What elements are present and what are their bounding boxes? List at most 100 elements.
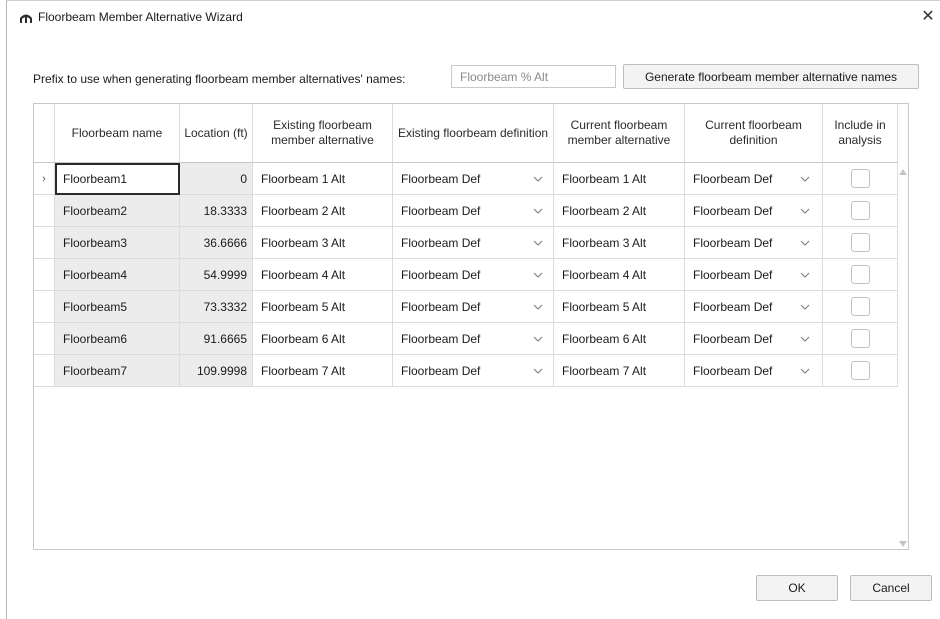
include-in-analysis-checkbox[interactable]: [850, 329, 870, 348]
column-header-existing-alternative[interactable]: Existing floorbeam member alternative: [253, 104, 393, 163]
current-alternative-cell[interactable]: Floorbeam 6 Alt: [554, 323, 685, 355]
include-in-analysis-cell[interactable]: [823, 323, 898, 355]
existing-definition-value: Floorbeam Def: [401, 299, 481, 314]
current-definition-dropdown[interactable]: Floorbeam Def: [685, 323, 823, 355]
scroll-down-arrow-icon[interactable]: [899, 541, 907, 547]
current-alternative-value: Floorbeam 1 Alt: [562, 171, 647, 186]
existing-definition-dropdown[interactable]: Floorbeam Def: [393, 195, 554, 227]
current-definition-dropdown[interactable]: Floorbeam Def: [685, 227, 823, 259]
current-definition-dropdown[interactable]: Floorbeam Def: [685, 355, 823, 387]
chevron-down-icon[interactable]: [800, 240, 810, 246]
chevron-down-icon[interactable]: [533, 272, 543, 278]
row-header[interactable]: [34, 195, 55, 227]
row-header[interactable]: [34, 259, 55, 291]
current-alternative-cell[interactable]: Floorbeam 4 Alt: [554, 259, 685, 291]
row-header[interactable]: ›: [34, 163, 55, 195]
include-in-analysis-checkbox[interactable]: [850, 297, 870, 316]
location-cell[interactable]: 91.6665: [180, 323, 253, 355]
floorbeam-name: Floorbeam7: [63, 363, 128, 378]
existing-alternative-cell[interactable]: Floorbeam 1 Alt: [253, 163, 393, 195]
current-definition-dropdown[interactable]: Floorbeam Def: [685, 291, 823, 323]
floorbeam-name-cell[interactable]: Floorbeam7: [55, 355, 180, 387]
prefix-label: Prefix to use when generating floorbeam …: [33, 72, 406, 86]
existing-alternative-cell[interactable]: Floorbeam 6 Alt: [253, 323, 393, 355]
chevron-down-icon[interactable]: [800, 336, 810, 342]
row-header[interactable]: [34, 291, 55, 323]
existing-alternative-cell[interactable]: Floorbeam 2 Alt: [253, 195, 393, 227]
current-alternative-cell[interactable]: Floorbeam 1 Alt: [554, 163, 685, 195]
column-header-existing-definition[interactable]: Existing floorbeam definition: [393, 104, 554, 163]
chevron-down-icon[interactable]: [800, 176, 810, 182]
existing-definition-dropdown[interactable]: Floorbeam Def: [393, 323, 554, 355]
prefix-input[interactable]: [451, 65, 616, 88]
location-cell[interactable]: 18.3333: [180, 195, 253, 227]
chevron-down-icon[interactable]: [533, 304, 543, 310]
location-cell[interactable]: 0: [180, 163, 253, 195]
column-header-location[interactable]: Location (ft): [180, 104, 253, 163]
chevron-down-icon[interactable]: [533, 208, 543, 214]
location-cell[interactable]: 36.6666: [180, 227, 253, 259]
floorbeam-name-cell[interactable]: Floorbeam1: [55, 163, 180, 195]
vertical-scrollbar[interactable]: [898, 163, 908, 549]
column-header-floorbeam-name[interactable]: Floorbeam name: [55, 104, 180, 163]
floorbeam-name-cell[interactable]: Floorbeam2: [55, 195, 180, 227]
chevron-down-icon[interactable]: [533, 240, 543, 246]
existing-alternative-cell[interactable]: Floorbeam 7 Alt: [253, 355, 393, 387]
location-value: 73.3332: [203, 299, 247, 314]
floorbeam-name-cell[interactable]: Floorbeam3: [55, 227, 180, 259]
location-cell[interactable]: 54.9999: [180, 259, 253, 291]
chevron-down-icon[interactable]: [800, 368, 810, 374]
ok-button[interactable]: OK: [756, 575, 838, 601]
current-alternative-cell[interactable]: Floorbeam 2 Alt: [554, 195, 685, 227]
include-in-analysis-checkbox[interactable]: [850, 169, 870, 188]
chevron-down-icon[interactable]: [800, 272, 810, 278]
chevron-down-icon[interactable]: [800, 208, 810, 214]
chevron-down-icon[interactable]: [533, 368, 543, 374]
column-header-include-in-analysis[interactable]: Include in analysis: [823, 104, 898, 163]
include-in-analysis-cell[interactable]: [823, 163, 898, 195]
column-header-current-definition[interactable]: Current floorbeam definition: [685, 104, 823, 163]
floorbeam-name-cell[interactable]: Floorbeam6: [55, 323, 180, 355]
close-button[interactable]: ✕: [920, 8, 936, 26]
chevron-down-icon[interactable]: [533, 336, 543, 342]
include-in-analysis-cell[interactable]: [823, 355, 898, 387]
existing-definition-dropdown[interactable]: Floorbeam Def: [393, 355, 554, 387]
floorbeam-name-cell[interactable]: Floorbeam4: [55, 259, 180, 291]
include-in-analysis-cell[interactable]: [823, 259, 898, 291]
location-value: 18.3333: [203, 203, 247, 218]
existing-definition-dropdown[interactable]: Floorbeam Def: [393, 163, 554, 195]
current-alternative-cell[interactable]: Floorbeam 5 Alt: [554, 291, 685, 323]
floorbeam-name-cell[interactable]: Floorbeam5: [55, 291, 180, 323]
current-alternative-cell[interactable]: Floorbeam 7 Alt: [554, 355, 685, 387]
row-header[interactable]: [34, 355, 55, 387]
chevron-down-icon[interactable]: [800, 304, 810, 310]
include-in-analysis-cell[interactable]: [823, 195, 898, 227]
current-definition-dropdown[interactable]: Floorbeam Def: [685, 259, 823, 291]
scroll-up-arrow-icon[interactable]: [899, 169, 907, 175]
location-cell[interactable]: 73.3332: [180, 291, 253, 323]
existing-alternative-cell[interactable]: Floorbeam 5 Alt: [253, 291, 393, 323]
column-header-current-alternative[interactable]: Current floorbeam member alternative: [554, 104, 685, 163]
existing-definition-dropdown[interactable]: Floorbeam Def: [393, 291, 554, 323]
include-in-analysis-cell[interactable]: [823, 227, 898, 259]
include-in-analysis-checkbox[interactable]: [850, 201, 870, 220]
existing-alternative-cell[interactable]: Floorbeam 3 Alt: [253, 227, 393, 259]
row-header[interactable]: [34, 227, 55, 259]
location-cell[interactable]: 109.9998: [180, 355, 253, 387]
existing-alternative-cell[interactable]: Floorbeam 4 Alt: [253, 259, 393, 291]
cancel-button[interactable]: Cancel: [850, 575, 932, 601]
existing-alternative-value: Floorbeam 4 Alt: [261, 267, 346, 282]
existing-definition-dropdown[interactable]: Floorbeam Def: [393, 227, 554, 259]
current-alternative-cell[interactable]: Floorbeam 3 Alt: [554, 227, 685, 259]
current-definition-dropdown[interactable]: Floorbeam Def: [685, 163, 823, 195]
include-in-analysis-checkbox[interactable]: [850, 361, 870, 380]
chevron-down-icon[interactable]: [533, 176, 543, 182]
existing-definition-dropdown[interactable]: Floorbeam Def: [393, 259, 554, 291]
row-header[interactable]: [34, 323, 55, 355]
current-definition-dropdown[interactable]: Floorbeam Def: [685, 195, 823, 227]
include-in-analysis-checkbox[interactable]: [850, 233, 870, 252]
include-in-analysis-cell[interactable]: [823, 291, 898, 323]
existing-definition-value: Floorbeam Def: [401, 267, 481, 282]
generate-names-button[interactable]: Generate floorbeam member alternative na…: [623, 64, 919, 89]
include-in-analysis-checkbox[interactable]: [850, 265, 870, 284]
